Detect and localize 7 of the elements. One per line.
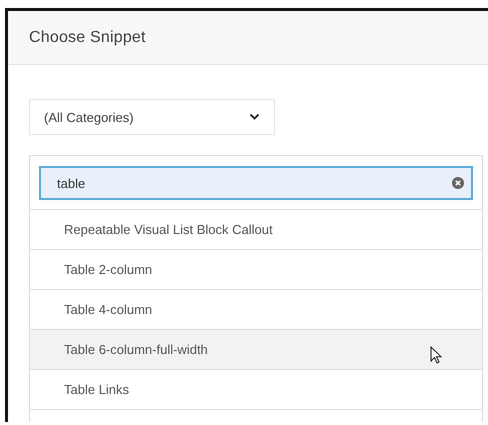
clear-icon[interactable] <box>452 177 464 189</box>
category-select[interactable]: (All Categories) <box>29 99 275 135</box>
chevron-down-icon <box>249 113 260 121</box>
dialog-title: Choose Snippet <box>29 28 146 46</box>
mouse-pointer-icon <box>430 346 442 364</box>
result-item[interactable]: Table 6-column-full-width <box>30 330 482 370</box>
search-field[interactable]: table <box>39 166 473 200</box>
